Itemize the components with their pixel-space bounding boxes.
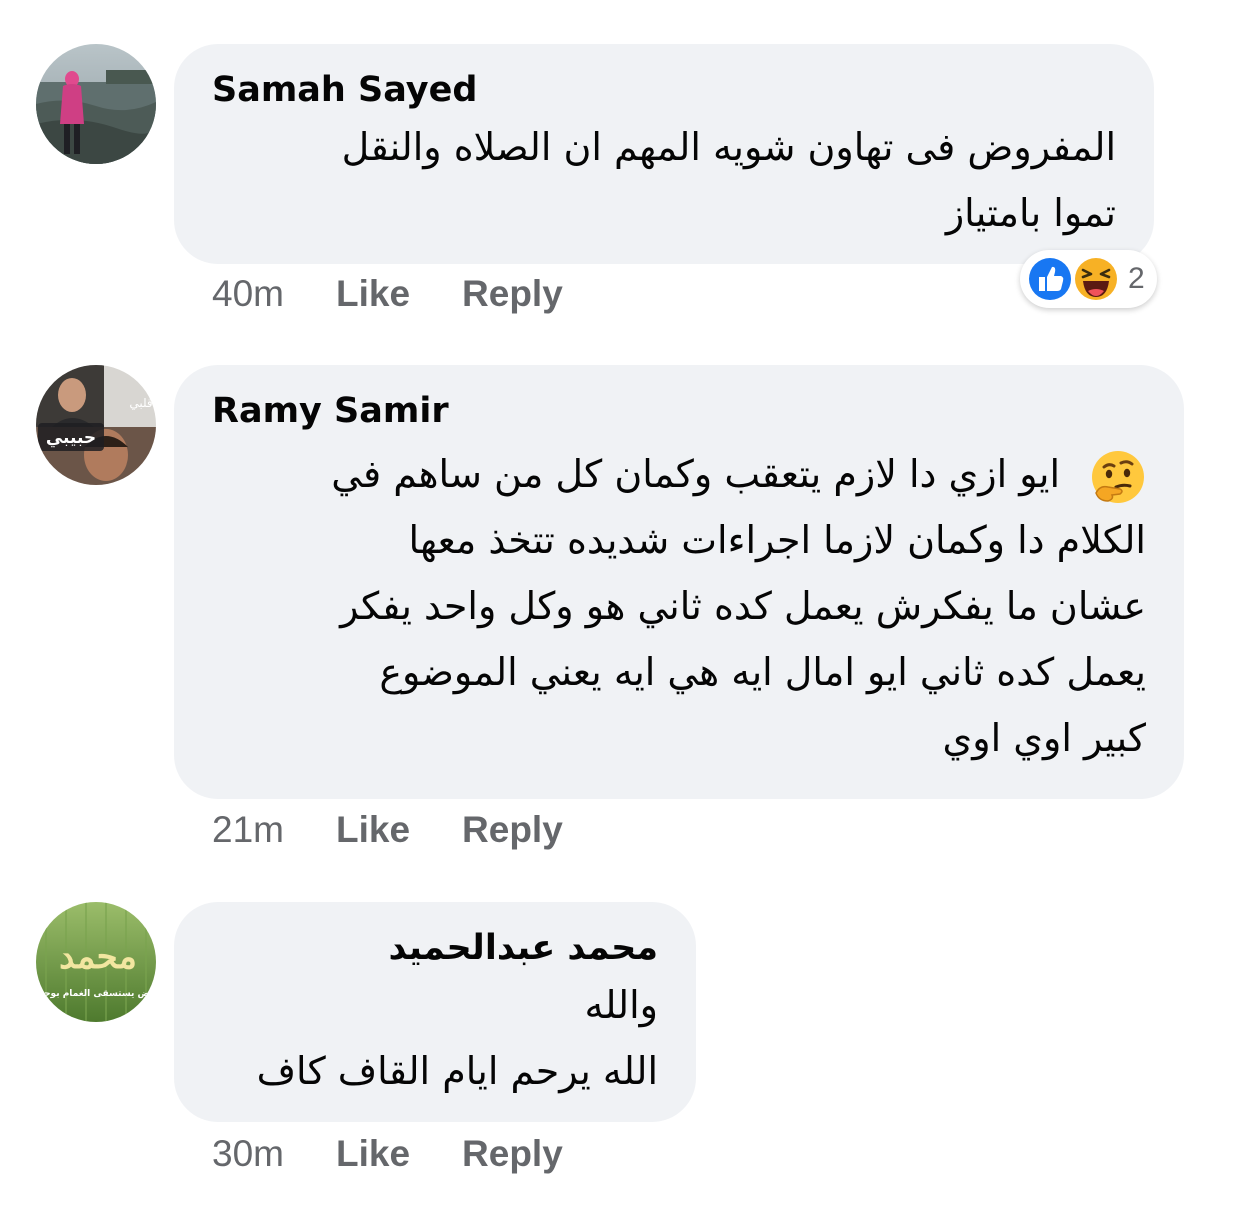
comment-text-line: المفروض فى تهاون شويه المهم ان الصلاه وا… xyxy=(341,125,1116,169)
avatar-caption: قلبي xyxy=(129,396,152,410)
haha-icon xyxy=(1072,255,1120,303)
comment-text-line: كبير اوي اوي xyxy=(942,716,1146,760)
comment-bubble: Ramy Samir ايو ازي دا لازم يتعقب وكمان ك… xyxy=(174,365,1184,799)
like-button[interactable]: Like xyxy=(336,273,410,315)
comment-text-segment: ايو ازي دا لازم يتعقب وكمان كل من ساهم ف… xyxy=(331,452,1060,496)
comment-actions: 21m Like Reply xyxy=(212,806,615,854)
avatar-mohamed-abdelhamid[interactable]: محمد فيض يستسقى الغمام بوجهه xyxy=(36,902,156,1022)
comment-author[interactable]: Ramy Samir xyxy=(212,387,1146,435)
reaction-count: 2 xyxy=(1128,262,1145,295)
avatar-ramy-samir[interactable]: حبيبي قلبي xyxy=(36,365,156,485)
reply-button[interactable]: Reply xyxy=(462,273,563,315)
avatar-photo: حبيبي قلبي xyxy=(36,365,156,485)
comment-author[interactable]: Samah Sayed xyxy=(212,66,1116,114)
comment-actions: 40m Like Reply xyxy=(212,270,615,318)
comment-timestamp[interactable]: 30m xyxy=(212,1133,284,1175)
comment-text-line: تموا بامتياز xyxy=(945,191,1116,235)
like-icon xyxy=(1026,255,1074,303)
comments-thread: Samah Sayed المفروض فى تهاون شويه المهم … xyxy=(0,0,1242,1206)
like-button[interactable]: Like xyxy=(336,1133,410,1175)
comment-text-line: عشان ما يفكرش يعمل كده ثاني هو وكل واحد … xyxy=(340,584,1146,628)
reactions-summary[interactable]: 2 xyxy=(1020,250,1157,308)
avatar-caption: فيض يستسقى الغمام بوجهه xyxy=(36,989,156,999)
avatar-samah-sayed[interactable] xyxy=(36,44,156,164)
comment-text-line: والله xyxy=(584,983,658,1027)
comment-text-line: الله يرحم ايام القاف كاف xyxy=(256,1049,658,1093)
comment-bubble: محمد عبدالحميد والله الله يرحم ايام القا… xyxy=(174,902,696,1122)
comment-timestamp[interactable]: 21m xyxy=(212,809,284,851)
comment-bubble: Samah Sayed المفروض فى تهاون شويه المهم … xyxy=(174,44,1154,264)
avatar-caption: حبيبي xyxy=(46,428,96,448)
comment-text: ايو ازي دا لازم يتعقب وكمان كل من ساهم ف… xyxy=(212,441,1146,771)
avatar-photo xyxy=(36,44,156,164)
comment-text-line: الكلام دا وكمان لازما اجراءات شديده تتخذ… xyxy=(408,518,1147,562)
comment-text: المفروض فى تهاون شويه المهم ان الصلاه وا… xyxy=(212,114,1116,246)
avatar-photo: محمد فيض يستسقى الغمام بوجهه xyxy=(36,902,156,1022)
comment-actions: 30m Like Reply xyxy=(212,1130,615,1178)
thinking-face-icon xyxy=(1092,450,1144,503)
reply-button[interactable]: Reply xyxy=(462,809,563,851)
comment-author[interactable]: محمد عبدالحميد xyxy=(212,924,658,972)
reply-button[interactable]: Reply xyxy=(462,1133,563,1175)
comment-text: والله الله يرحم ايام القاف كاف xyxy=(212,972,658,1104)
avatar-caption: محمد xyxy=(59,937,137,977)
comment-text-line: ايو ازي دا لازم يتعقب وكمان كل من ساهم ف… xyxy=(212,441,1146,507)
comment-text-line: يعمل كده ثاني ايو امال ايه هي ايه يعني ا… xyxy=(379,650,1146,694)
comment-timestamp[interactable]: 40m xyxy=(212,273,284,315)
like-button[interactable]: Like xyxy=(336,809,410,851)
